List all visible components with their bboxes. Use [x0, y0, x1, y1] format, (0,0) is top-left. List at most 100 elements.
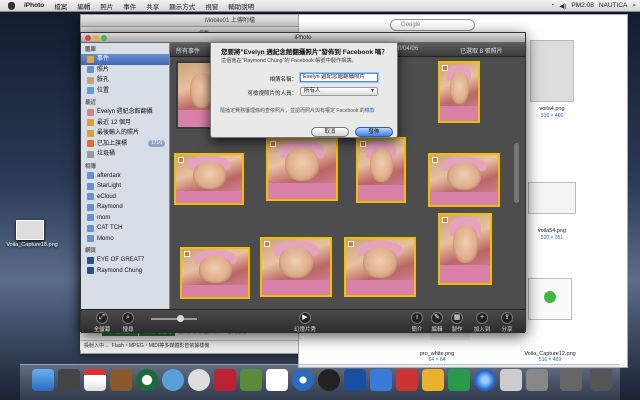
- mail-icon[interactable]: [162, 369, 184, 391]
- sidebar-item-web[interactable]: Raymond Chung: [81, 266, 169, 277]
- search-icon: ⌕: [122, 312, 134, 324]
- menu-user[interactable]: NAUTICA: [599, 2, 628, 9]
- publish-button[interactable]: 發佈: [355, 127, 393, 137]
- menu-help[interactable]: 輔助說明: [223, 1, 259, 11]
- minimize-button[interactable]: [93, 35, 99, 41]
- system-prefs-icon[interactable]: [58, 369, 80, 391]
- photo-thumbnail[interactable]: [180, 247, 250, 299]
- trash-icon[interactable]: [590, 369, 612, 391]
- events-icon: [87, 55, 94, 63]
- spotlight-icon[interactable]: ⌕: [632, 2, 636, 10]
- share-button[interactable]: ⇪ 分享: [495, 312, 519, 333]
- close-button[interactable]: [85, 35, 91, 41]
- sidebar-item-recent[interactable]: 最後輸入的照片: [81, 128, 169, 139]
- iphoto-toolbar: ⤢ 全螢幕 ⌕ 搜尋 ▶ 幻燈片秀 i 簡介 ✎ 編輯 ▦ 製作 + 加入到 ⇪ 分享: [81, 309, 525, 333]
- sidebar-item-faces[interactable]: 臉孔: [81, 75, 169, 86]
- itunes-icon[interactable]: [474, 369, 496, 391]
- wifi-icon[interactable]: ◔: [550, 2, 554, 9]
- sidebar-item-web[interactable]: EYE OF GREAT7: [81, 255, 169, 266]
- zoom-slider-knob[interactable]: [177, 315, 184, 322]
- app-icon[interactable]: [422, 369, 444, 391]
- app-icon[interactable]: [396, 369, 418, 391]
- menu-window[interactable]: 視窗: [200, 1, 223, 11]
- compass-icon[interactable]: [292, 369, 314, 391]
- menu-edit[interactable]: 編輯: [72, 1, 95, 11]
- volume-icon[interactable]: ◀): [559, 2, 566, 10]
- sidebar-item-album[interactable]: mom: [81, 213, 169, 224]
- create-button[interactable]: ▦ 製作: [447, 312, 467, 333]
- import-icon: [87, 129, 94, 137]
- sidebar-item-album[interactable]: Raymond: [81, 202, 169, 213]
- address-book-icon[interactable]: [110, 369, 132, 391]
- search-button[interactable]: ⌕ 搜尋: [115, 312, 141, 333]
- scrollbar-thumb[interactable]: [514, 143, 519, 203]
- back-to-events-button[interactable]: 所有事件: [176, 46, 200, 55]
- file-thumb[interactable]: [530, 40, 574, 102]
- photo-thumbnail[interactable]: [174, 153, 244, 205]
- menu-clock[interactable]: PM2:08: [571, 2, 593, 9]
- photo-thumbnail[interactable]: [438, 61, 480, 123]
- calendar-icon[interactable]: [84, 369, 106, 391]
- source-list: 圖庫 事件 照片 臉孔 位置 最近 Evelyn 週紀念館翻攝 最近 12 個月…: [81, 43, 170, 309]
- iphoto-dock-icon[interactable]: [240, 369, 262, 391]
- fullscreen-button[interactable]: ⤢ 全螢幕: [87, 312, 117, 333]
- menu-photos[interactable]: 照片: [95, 1, 118, 11]
- finder-icon[interactable]: [32, 369, 54, 391]
- sidebar-item-album[interactable]: Momo: [81, 234, 169, 245]
- sidebar-item-recent[interactable]: Evelyn 週紀念館翻攝: [81, 107, 169, 118]
- album-name-field[interactable]: Evelyn 週紀念館翻攝照片: [300, 73, 378, 82]
- photo-thumbnail[interactable]: [438, 213, 492, 285]
- sidebar-item-album[interactable]: afterdark: [81, 171, 169, 182]
- photo-thumbnail[interactable]: [344, 237, 416, 297]
- preview-icon[interactable]: [266, 369, 288, 391]
- sidebar-item-places[interactable]: 位置: [81, 86, 169, 97]
- cancel-button[interactable]: 取消: [311, 127, 349, 137]
- photobooth-icon[interactable]: [214, 369, 236, 391]
- terms-link[interactable]: 條款: [365, 108, 375, 114]
- album-icon: [87, 172, 94, 180]
- apple-menu-icon[interactable]: [8, 1, 15, 10]
- album-icon: [87, 224, 94, 232]
- app-icon[interactable]: [344, 369, 366, 391]
- menu-share[interactable]: 共享: [141, 1, 164, 11]
- desktop-file-icon[interactable]: [16, 220, 44, 240]
- photo-thumbnail[interactable]: [356, 137, 406, 203]
- safari-icon[interactable]: [188, 369, 210, 391]
- photo-thumbnail[interactable]: [428, 153, 500, 207]
- sidebar-item-album[interactable]: CAT TCH: [81, 223, 169, 234]
- app-icon[interactable]: [370, 369, 392, 391]
- sidebar-item-trash[interactable]: 垃圾桶: [81, 149, 169, 160]
- flag-icon: [184, 251, 190, 257]
- sidebar-item-album[interactable]: StarLight: [81, 181, 169, 192]
- menu-events[interactable]: 事件: [118, 1, 141, 11]
- sidebar-item-events[interactable]: 事件: [81, 54, 169, 65]
- sidebar-item-flagged[interactable]: 已加上旗標 1716: [81, 139, 169, 150]
- add-to-button[interactable]: + 加入到: [469, 312, 495, 333]
- menu-file[interactable]: 檔案: [49, 1, 72, 11]
- search-input[interactable]: Google: [390, 19, 475, 31]
- camera-icon[interactable]: [318, 369, 340, 391]
- photo-thumbnail[interactable]: [266, 137, 338, 201]
- photo-thumbnail[interactable]: [260, 237, 332, 297]
- starbucks-icon[interactable]: [136, 369, 158, 391]
- file-thumb[interactable]: [528, 182, 576, 214]
- sidebar-item-album[interactable]: eCloud: [81, 192, 169, 203]
- dialog-title: 您要將"Evelyn 週紀念館翻攝照片"發佈到 Facebook 嗎？: [221, 49, 388, 56]
- app-icon[interactable]: [526, 369, 548, 391]
- visibility-select[interactable]: 所有人 ▼: [300, 87, 378, 96]
- menu-app-name[interactable]: iPhoto: [19, 2, 49, 9]
- app-icon[interactable]: [500, 369, 522, 391]
- add-icon: +: [476, 312, 488, 324]
- stack-icon[interactable]: [560, 369, 582, 391]
- zoom-slider[interactable]: [151, 318, 197, 320]
- zoom-button[interactable]: [101, 35, 107, 41]
- sidebar-item-photos[interactable]: 照片: [81, 65, 169, 76]
- app-icon[interactable]: [448, 369, 470, 391]
- edit-button[interactable]: ✎ 編輯: [427, 312, 447, 333]
- info-button[interactable]: i 簡介: [407, 312, 427, 333]
- slideshow-button[interactable]: ▶ 幻燈片秀: [287, 312, 323, 333]
- places-icon: [87, 87, 94, 95]
- sidebar-item-recent[interactable]: 最近 12 個月: [81, 118, 169, 129]
- menu-view[interactable]: 顯示方式: [164, 1, 200, 11]
- file-thumb[interactable]: [528, 278, 572, 320]
